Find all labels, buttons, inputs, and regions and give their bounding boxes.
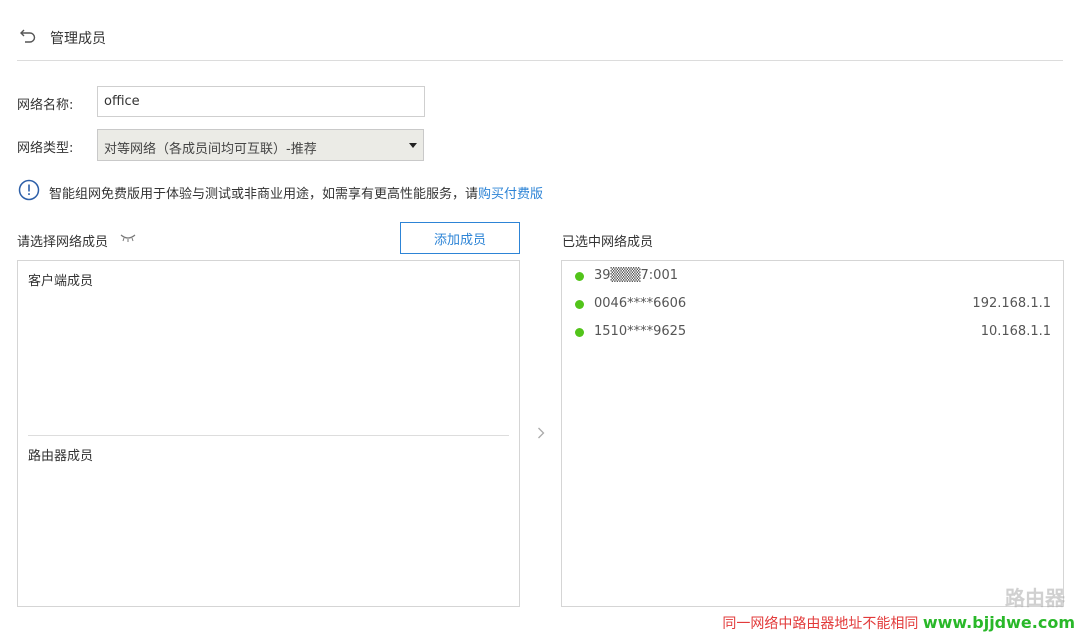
online-status-dot	[575, 328, 584, 337]
member-ip: 192.168.1.1	[972, 296, 1051, 311]
select-members-label: 请选择网络成员	[17, 235, 109, 250]
network-name-input[interactable]	[97, 86, 425, 117]
list-item[interactable]: 0046****6606 192.168.1.1	[562, 292, 1063, 316]
page-header: 管理成员	[17, 22, 1063, 61]
add-member-button[interactable]: 添加成员	[400, 222, 520, 254]
notice-text: 智能组网免费版用于体验与测试或非商业用途，如需享有更高性能服务，请购买付费版	[49, 183, 543, 202]
available-members-panel: 客户端成员 路由器成员	[17, 260, 520, 607]
watermark-caption: 同一网络中路由器地址不能相同	[722, 616, 919, 632]
member-id: 0046****6606	[594, 296, 687, 311]
info-icon	[18, 179, 40, 201]
online-status-dot	[575, 300, 584, 309]
undo-arrow-icon[interactable]	[19, 26, 37, 44]
member-id: 39▒▒▒7:001	[594, 268, 678, 283]
network-type-value: 对等网络（各成员间均可互联）-推荐	[104, 142, 317, 157]
online-status-dot	[575, 272, 584, 281]
member-id: 1510****9625	[594, 324, 687, 339]
selected-members-panel: 39▒▒▒7:001 0046****6606 192.168.1.1 1510…	[561, 260, 1064, 607]
chevron-right-icon[interactable]	[537, 427, 545, 439]
member-ip: 10.168.1.1	[980, 324, 1051, 339]
client-members-group: 客户端成员	[28, 274, 94, 289]
router-members-group: 路由器成员	[28, 449, 94, 464]
network-name-label: 网络名称:	[17, 98, 74, 113]
chevron-down-icon	[409, 143, 417, 148]
buy-paid-link[interactable]: 购买付费版	[478, 187, 543, 202]
network-type-label: 网络类型:	[17, 141, 74, 156]
group-divider	[28, 435, 509, 436]
watermark: 同一网络中路由器地址不能相同 www.bjjdwe.com	[722, 613, 1075, 633]
selected-members-label: 已选中网络成员	[562, 235, 654, 250]
page-title: 管理成员	[50, 31, 106, 47]
list-item[interactable]: 1510****9625 10.168.1.1	[562, 320, 1063, 344]
watermark-logo: 路由器	[1005, 586, 1065, 610]
list-item[interactable]: 39▒▒▒7:001	[562, 264, 1063, 288]
notice-message: 智能组网免费版用于体验与测试或非商业用途，如需享有更高性能服务，请	[49, 187, 479, 202]
watermark-url: www.bjjdwe.com	[922, 613, 1075, 632]
network-type-select[interactable]: 对等网络（各成员间均可互联）-推荐	[97, 129, 424, 161]
eye-closed-icon[interactable]	[120, 233, 136, 243]
